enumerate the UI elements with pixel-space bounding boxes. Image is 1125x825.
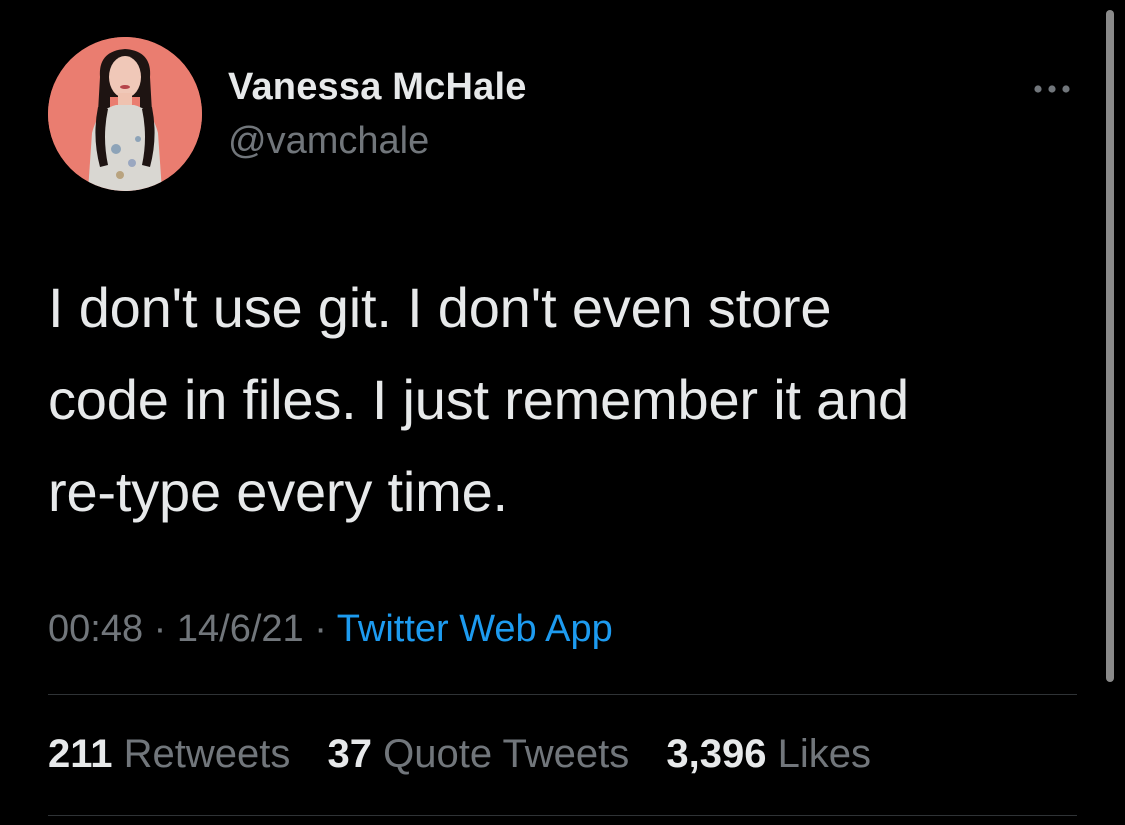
meta-separator: · [314,608,327,650]
tweet-text-line: code in files. I just remember it and [48,368,909,431]
tweet-text-line: re-type every time. [48,460,508,523]
avatar[interactable] [48,37,202,191]
tweet-detail: Vanessa McHale @vamchale I don't use git… [0,0,1125,825]
more-horizontal-icon [1034,85,1070,93]
likes-count: 3,396 [666,732,767,776]
meta-separator: · [153,608,167,650]
retweets-label: Retweets [123,732,291,776]
likes-stat[interactable]: 3,396 Likes [666,732,871,776]
tweet-metadata: 00:48 · 14/6/21 · Twitter Web App [48,608,613,651]
quote-tweets-stat[interactable]: 37 Quote Tweets [328,732,630,776]
quote-tweets-label: Quote Tweets [383,732,630,776]
tweet-stats: 211 Retweets 37 Quote Tweets 3,396 Likes [48,732,897,777]
likes-label: Likes [777,732,871,776]
author-handle[interactable]: @vamchale [228,120,429,163]
author-display-name[interactable]: Vanessa McHale [228,66,527,109]
divider [48,815,1077,816]
profile-photo-icon [48,37,202,191]
more-options-button[interactable] [1024,72,1080,106]
divider [48,694,1077,695]
retweets-count: 211 [48,732,113,776]
scrollbar[interactable] [1106,10,1114,682]
tweet-source-link[interactable]: Twitter Web App [337,608,613,650]
tweet-text: I don't use git. I don't even store code… [48,262,1068,538]
tweet-text-line: I don't use git. I don't even store [48,276,832,339]
tweet-date[interactable]: 14/6/21 [177,608,304,650]
retweets-stat[interactable]: 211 Retweets [48,732,290,776]
tweet-time[interactable]: 00:48 [48,608,143,650]
quote-tweets-count: 37 [327,732,373,776]
